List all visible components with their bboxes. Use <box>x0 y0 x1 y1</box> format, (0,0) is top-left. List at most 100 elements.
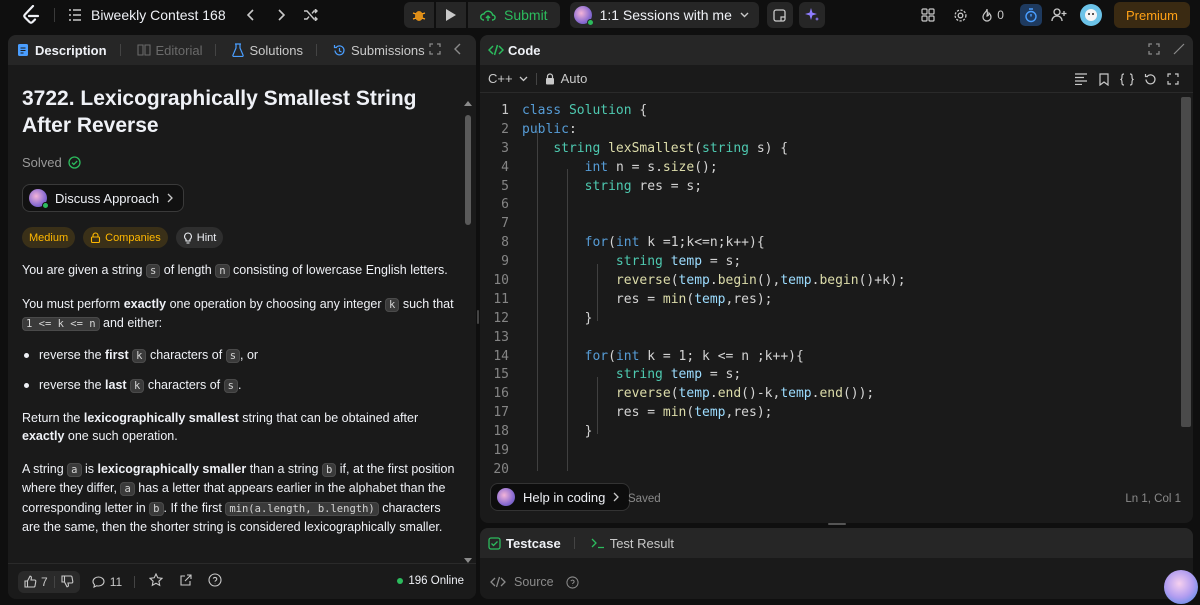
play-icon <box>446 9 456 21</box>
tab-label: Testcase <box>506 535 561 551</box>
debug-button[interactable] <box>404 2 434 28</box>
code-line[interactable]: 12 } <box>480 309 1179 328</box>
line-number: 12 <box>493 310 509 326</box>
layout-grid-icon[interactable] <box>917 4 939 26</box>
line-number: 3 <box>501 140 509 156</box>
help-in-coding-button[interactable]: Help in coding <box>490 483 631 511</box>
editor-scrollbar[interactable] <box>1181 97 1191 427</box>
like-button[interactable]: 7 <box>18 571 54 593</box>
contest-title[interactable]: Biweekly Contest 168 <box>91 7 226 23</box>
code-line[interactable]: 20 <box>480 460 1179 479</box>
code-text: public: <box>522 121 577 137</box>
check-circle-icon <box>68 156 81 169</box>
tab-testcase[interactable]: Testcase <box>480 528 583 558</box>
help-question-icon[interactable] <box>566 575 579 589</box>
streak-counter[interactable]: 0 <box>981 4 1004 26</box>
source-label[interactable]: Source <box>514 575 554 589</box>
book-icon <box>136 44 151 56</box>
assistant-avatar-button[interactable] <box>1164 570 1198 604</box>
add-friend-icon[interactable] <box>1048 4 1070 26</box>
code-line[interactable]: 13 <box>480 328 1179 347</box>
prev-problem-button[interactable] <box>240 4 262 26</box>
submit-button[interactable]: Submit <box>468 2 560 28</box>
sessions-label: 1:1 Sessions with me <box>599 7 732 23</box>
scroll-thumb[interactable] <box>465 115 471 225</box>
settings-gear-icon[interactable] <box>949 4 971 26</box>
tab-submissions[interactable]: Submissions <box>325 35 433 65</box>
star-icon[interactable] <box>148 572 164 590</box>
line-number: 6 <box>501 197 509 213</box>
minimize-icon[interactable] <box>1173 43 1185 58</box>
code-line[interactable]: 8 for(int k =1;k<=n;k++){ <box>480 233 1179 252</box>
code-line[interactable]: 1 class Solution { <box>480 101 1179 120</box>
code-text: res = min(temp,res); <box>615 291 773 307</box>
comment-count: 11 <box>109 574 123 589</box>
language-select[interactable]: C++ <box>488 71 528 86</box>
lock-icon <box>545 72 554 84</box>
tab-description[interactable]: Description <box>8 35 129 65</box>
scroll-up-icon[interactable] <box>464 101 472 106</box>
flask-icon <box>232 43 245 57</box>
code-line[interactable]: 3 string lexSmallest(string s) { <box>480 139 1179 158</box>
problem-list-icon[interactable] <box>67 7 83 23</box>
code-line[interactable]: 17 res = min(temp,res); <box>480 403 1179 422</box>
discuss-approach-button[interactable]: Discuss Approach <box>22 184 185 212</box>
code-line[interactable]: 18 } <box>480 422 1179 441</box>
difficulty-badge[interactable]: Medium <box>22 227 76 248</box>
next-problem-button[interactable] <box>270 4 292 26</box>
code-editor[interactable]: 1 class Solution {2 public: 3 string lexSma… <box>480 93 1179 523</box>
tab-label: Solutions <box>249 42 303 58</box>
user-avatar[interactable] <box>1079 4 1102 26</box>
fullscreen-icon[interactable] <box>1167 73 1179 85</box>
notes-button[interactable] <box>766 2 793 28</box>
reset-icon[interactable] <box>1144 73 1157 86</box>
cursor-position: Ln 1, Col 1 <box>1125 493 1181 505</box>
format-icon[interactable] <box>1074 73 1088 85</box>
code-line[interactable]: 15 string temp = s; <box>480 365 1179 384</box>
sessions-button[interactable]: 1:1 Sessions with me <box>569 2 759 28</box>
code-line[interactable]: 5 string res = s; <box>480 177 1179 196</box>
language-label: C++ <box>488 71 513 86</box>
share-icon[interactable] <box>179 573 192 590</box>
timer-button[interactable] <box>1019 4 1042 26</box>
tab-solutions[interactable]: Solutions <box>224 35 324 65</box>
code-text: int n = s.size(); <box>584 159 718 175</box>
code-line[interactable]: 7 <box>480 214 1179 233</box>
code-text: reverse(temp.end()-k,temp.end()); <box>615 386 875 402</box>
expand-icon[interactable] <box>429 43 441 58</box>
code-line[interactable]: 9 string temp = s; <box>480 252 1179 271</box>
collapse-icon[interactable] <box>454 43 462 58</box>
panel-resizer[interactable] <box>477 310 479 324</box>
companies-tag[interactable]: Companies <box>83 227 168 248</box>
tab-label: Submissions <box>350 42 425 58</box>
code-line[interactable]: 14 for(int k = 1; k <= n ;k++){ <box>480 347 1179 366</box>
chevron-right-icon <box>167 193 173 203</box>
tab-test-result[interactable]: Test Result <box>583 528 682 558</box>
bookmark-icon[interactable] <box>1098 73 1110 86</box>
code-line[interactable]: 16 reverse(temp.end()-k,temp.end()); <box>480 384 1179 403</box>
comments-button[interactable]: 11 <box>92 575 122 589</box>
code-line[interactable]: 6 <box>480 195 1179 214</box>
help-question-icon[interactable] <box>208 573 222 590</box>
hint-tag[interactable]: Hint <box>175 227 224 248</box>
code-line[interactable]: 19 <box>480 441 1179 460</box>
curly-braces-icon[interactable] <box>1120 73 1134 86</box>
expand-icon[interactable] <box>1148 43 1160 58</box>
code-line[interactable]: 11 res = min(temp,res); <box>480 290 1179 309</box>
ai-assist-button[interactable] <box>798 2 825 28</box>
tab-editorial[interactable]: Editorial <box>129 35 225 65</box>
description-scrollbar[interactable] <box>464 101 472 563</box>
code-line[interactable]: 10 reverse(temp.begin(),temp.begin()+k); <box>480 271 1179 290</box>
panel-resizer-horizontal[interactable] <box>828 523 846 525</box>
list-item: reverse the last k characters of s. <box>22 376 460 395</box>
premium-button[interactable]: Premium <box>1113 2 1190 28</box>
auto-mode-toggle[interactable]: Auto <box>545 71 587 86</box>
leetcode-logo-icon[interactable] <box>20 4 42 26</box>
run-button[interactable] <box>436 2 466 28</box>
code-line[interactable]: 2 public: <box>480 120 1179 139</box>
shuffle-icon[interactable] <box>300 4 322 26</box>
code-brackets-icon <box>488 44 504 56</box>
dislike-button[interactable] <box>55 571 80 593</box>
code-line[interactable]: 4 int n = s.size(); <box>480 158 1179 177</box>
code-text: string temp = s; <box>615 367 742 383</box>
